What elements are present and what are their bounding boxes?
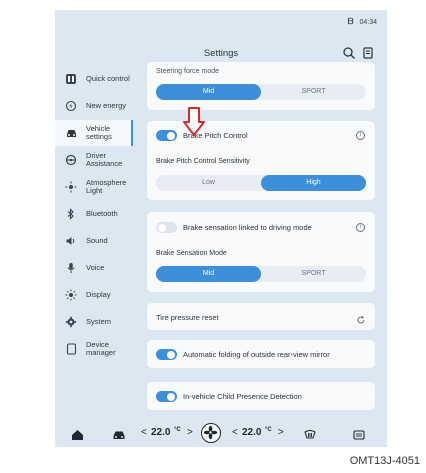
steering-force-label: Steering force mode (156, 68, 220, 75)
brake-sensation-mode-segmented-control: Mid SPORT (156, 266, 366, 282)
sidebar-item-label: Atmosphere Light (86, 177, 127, 195)
settings-screen: ᗷ 04:34 Settings Quick control New energ… (55, 10, 387, 447)
front-defrost-icon[interactable] (352, 428, 366, 446)
sidebar-item-voice[interactable]: Voice (55, 255, 139, 281)
left-temp-value: 22.0 (151, 427, 171, 438)
quick-control-icon (64, 72, 78, 86)
sidebar-item-label: System (86, 316, 112, 326)
brake-sensation-link-toggle[interactable] (156, 222, 177, 233)
brake-pitch-toggle[interactable] (156, 130, 177, 141)
sidebar-item-label: Sound (86, 235, 108, 245)
sidebar-item-label: Driver Assistance (86, 150, 123, 168)
mirror-folding-toggle[interactable] (156, 349, 177, 360)
brake-sensation-card: Brake sensation linked to driving mode i… (147, 212, 375, 292)
steering-option-sport[interactable]: SPORT (261, 84, 366, 100)
sidebar-item-display[interactable]: Display (55, 282, 139, 308)
mirror-folding-card: Automatic folding of outside rear-view m… (147, 340, 375, 368)
car-icon (64, 126, 78, 140)
speaker-icon (64, 234, 78, 248)
sidebar-item-quick-control[interactable]: Quick control (55, 66, 139, 92)
reset-icon[interactable] (356, 312, 366, 324)
rear-defrost-icon[interactable] (303, 428, 317, 446)
right-temp-unit: °C (265, 427, 272, 433)
sidebar-item-sound[interactable]: Sound (55, 228, 139, 254)
toggle-knob (167, 392, 175, 401)
sidebar-item-vehicle-settings[interactable]: Vehicle settings (55, 120, 133, 146)
figure-caption: OMT13J-4051 (349, 455, 420, 467)
child-presence-toggle[interactable] (156, 391, 177, 402)
left-temp-increase-button[interactable]: > (187, 427, 193, 438)
toggle-knob (158, 223, 166, 232)
edit-icon[interactable] (361, 46, 375, 60)
brake-mode-option-sport[interactable]: SPORT (261, 266, 366, 282)
child-presence-label: In-vehicle Child Presence Detection (183, 392, 302, 401)
fan-icon (203, 425, 218, 440)
sidebar-item-label: Device manager (86, 339, 116, 357)
sidebar-item-label: Voice (86, 262, 105, 272)
info-icon[interactable]: i (356, 223, 365, 232)
status-bar: ᗷ 04:34 (348, 17, 377, 27)
search-icon[interactable] (342, 46, 356, 60)
sidebar-item-device-manager[interactable]: Device manager (55, 336, 139, 362)
gear-icon (64, 315, 78, 329)
home-icon[interactable] (71, 428, 84, 446)
child-presence-card: In-vehicle Child Presence Detection (147, 382, 375, 410)
sensitivity-option-high[interactable]: High (261, 175, 366, 191)
right-temp-increase-button[interactable]: > (278, 427, 284, 438)
brake-sensation-link-label: Brake sensation linked to driving mode (183, 223, 312, 232)
sidebar-item-label: New energy (86, 100, 127, 110)
sidebar-item-label: Vehicle settings (86, 123, 112, 141)
tablet-icon (64, 342, 78, 356)
toggle-knob (167, 131, 175, 140)
steering-wheel-icon (64, 153, 78, 167)
b-icon: ᗷ (347, 17, 354, 26)
down-arrow-pointer-icon (183, 107, 205, 142)
toggle-knob (167, 350, 175, 359)
atmosphere-light-icon (64, 180, 78, 194)
mirror-folding-label: Automatic folding of outside rear-view m… (183, 350, 330, 359)
fan-button[interactable] (201, 423, 221, 443)
page-title: Settings (203, 48, 239, 59)
microphone-icon (64, 261, 78, 275)
sidebar-item-label: Quick control (86, 73, 130, 83)
bottom-bar: < 22.0 °C > < 22.0 °C > (55, 422, 387, 447)
left-temp-decrease-button[interactable]: < (141, 427, 147, 438)
car-icon[interactable] (112, 428, 126, 446)
steering-force-card: Steering force mode Mid SPORT (147, 62, 375, 110)
brake-pitch-sensitivity-segmented-control: Low High (156, 175, 366, 191)
new-energy-icon (64, 99, 78, 113)
sidebar-item-new-energy[interactable]: New energy (55, 93, 139, 119)
brake-pitch-card: Brake Pitch Control i Brake Pitch Contro… (147, 121, 375, 200)
steering-force-segmented-control: Mid SPORT (156, 84, 366, 100)
sun-icon (64, 288, 78, 302)
bluetooth-icon (64, 207, 78, 221)
brake-pitch-sensitivity-label: Brake Pitch Control Sensitivity (156, 158, 250, 165)
sidebar-item-system[interactable]: System (55, 309, 139, 335)
brake-mode-option-mid[interactable]: Mid (156, 266, 261, 282)
brake-sensation-mode-label: Brake Sensation Mode (156, 250, 227, 257)
title-bar: Settings (55, 44, 387, 64)
sidebar-item-label: Display (86, 289, 111, 299)
right-temp-decrease-button[interactable]: < (232, 427, 238, 438)
sidebar-item-label: Bluetooth (86, 208, 118, 218)
sensitivity-option-low[interactable]: Low (156, 175, 261, 191)
steering-option-mid[interactable]: Mid (156, 84, 261, 100)
sidebar-item-driver-assistance[interactable]: Driver Assistance (55, 147, 139, 173)
tire-pressure-label: Tire pressure reset (156, 313, 219, 322)
info-icon[interactable]: i (356, 131, 365, 140)
sidebar-item-atmosphere-light[interactable]: Atmosphere Light (55, 174, 139, 200)
clock: 04:34 (359, 18, 377, 26)
left-temp-unit: °C (174, 427, 181, 433)
right-temp-value: 22.0 (242, 427, 262, 438)
tire-pressure-card[interactable]: Tire pressure reset (147, 303, 375, 330)
sidebar-item-bluetooth[interactable]: Bluetooth (55, 201, 139, 227)
